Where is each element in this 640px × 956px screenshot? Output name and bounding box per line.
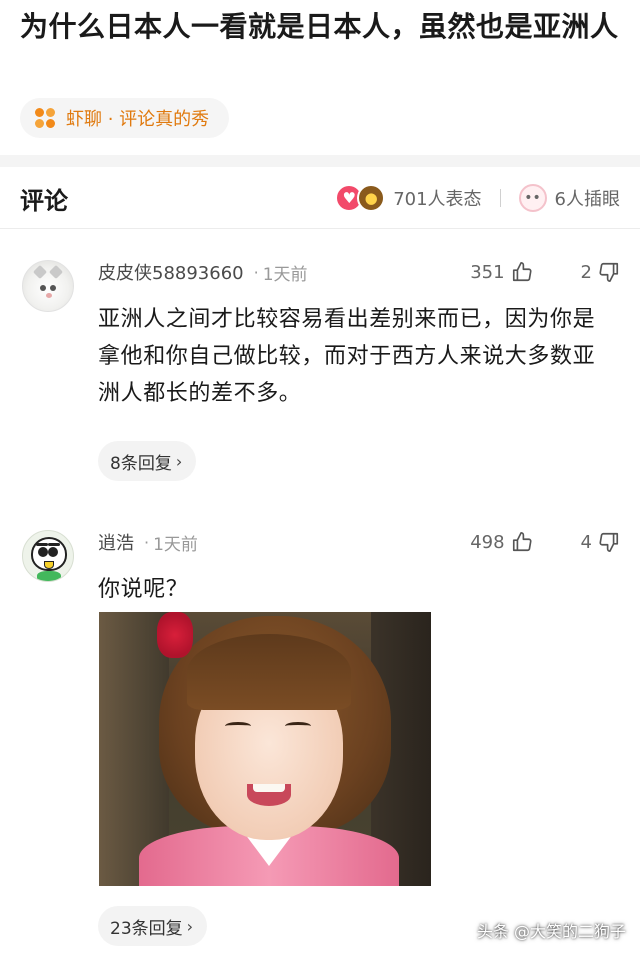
thumbs-down-icon	[599, 262, 619, 282]
comment-username[interactable]: 皮皮侠58893660	[98, 259, 244, 285]
avatar[interactable]	[22, 530, 74, 582]
reaction-emojis[interactable]: ♥ ●	[335, 184, 386, 212]
reactions-count[interactable]: 701人表态	[393, 185, 481, 211]
avatar[interactable]	[22, 260, 74, 312]
comment-text: 亚洲人之间才比较容易看出差别来而已，因为你是拿他和你自己做比较，而对于西方人来说…	[98, 307, 596, 406]
dislike-count: 2	[580, 261, 592, 283]
dislike-button[interactable]: 2	[581, 261, 620, 283]
source-chip[interactable]: 虾聊 · 评论真的秀	[20, 98, 230, 138]
meta-dot: ·	[253, 262, 259, 282]
section-divider	[0, 155, 640, 167]
illustrations-count[interactable]: 6人插眼	[555, 185, 620, 211]
like-count: 498	[470, 531, 505, 553]
poop-emoji-icon: ●	[357, 184, 386, 212]
comments-header: 评论 ♥ ● 701人表态 •• 6人插眼	[0, 168, 640, 228]
dislike-count: 4	[580, 531, 592, 553]
chevron-right-icon: ›	[186, 916, 194, 936]
comments-label: 评论	[20, 186, 68, 215]
eyes-emoji-icon: ••	[518, 184, 547, 212]
replies-count: 23条回复	[110, 918, 183, 939]
like-count: 351	[470, 261, 505, 283]
replies-button[interactable]: 23条回复 ›	[98, 906, 208, 946]
comment-text: 你说呢？	[98, 577, 189, 602]
like-button[interactable]: 498	[470, 531, 532, 553]
chevron-right-icon: ›	[175, 451, 183, 471]
like-button[interactable]: 351	[470, 261, 532, 283]
header-separator	[499, 189, 501, 207]
comment-time: 1天前	[153, 534, 198, 555]
comment-time: 1天前	[262, 264, 308, 285]
replies-count: 8条回复	[110, 453, 172, 474]
dislike-button[interactable]: 4	[581, 531, 620, 553]
article-title: 为什么日本人一看就是日本人，虽然也是亚洲人	[20, 10, 619, 43]
header-rule	[0, 228, 640, 229]
thumbs-up-icon	[512, 262, 532, 282]
source-name: 虾聊 · 评论真的秀	[66, 109, 210, 130]
meta-dot: ·	[144, 532, 150, 552]
comment-username[interactable]: 逍浩	[98, 529, 134, 555]
thumbs-down-icon	[599, 532, 619, 552]
watermark: 头条 @大笑的二狗子	[476, 922, 626, 941]
replies-button[interactable]: 8条回复 ›	[98, 441, 197, 481]
flower-dots-icon	[34, 107, 56, 129]
comment-image[interactable]	[99, 612, 431, 886]
thumbs-up-icon	[512, 532, 532, 552]
